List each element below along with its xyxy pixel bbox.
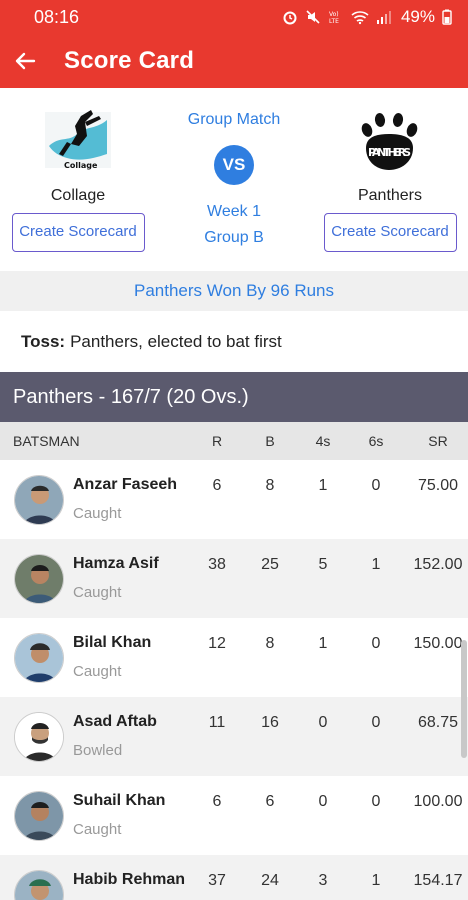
vs-badge: VS (214, 145, 254, 185)
player-name: Bilal Khan (73, 634, 152, 651)
status-icons: Vo) LTE 49% (282, 7, 452, 27)
dismissal: Caught (73, 505, 122, 522)
team-logo-collage: Collage (41, 106, 115, 178)
player-name: Habib Rehman (73, 871, 186, 888)
fours: 0 (318, 714, 328, 731)
balls: 8 (265, 635, 275, 652)
strike-rate: 150.00 (413, 635, 463, 652)
mute-icon (306, 10, 320, 24)
battery-icon (442, 9, 452, 25)
fours: 5 (318, 556, 328, 573)
team-left-name: Collage (50, 187, 106, 204)
match-result: Panthers Won By 96 Runs (0, 271, 468, 311)
signal-icon (376, 11, 391, 24)
avatar (14, 475, 64, 525)
strike-rate: 154.17 (413, 872, 463, 889)
sixes: 0 (371, 714, 381, 731)
svg-text:Vo): Vo) (329, 11, 339, 18)
page-title: Score Card (64, 47, 195, 74)
status-bar: 08:16 Vo) LTE 49% (0, 0, 468, 34)
app-bar: Score Card (0, 34, 468, 88)
balls: 6 (265, 793, 275, 810)
header-fours: 4s (315, 433, 331, 449)
table-row[interactable]: Bilal Khan Caught 12 8 1 0 150.00 (0, 618, 468, 697)
dismissal: Caught (73, 663, 122, 680)
match-week: Week 1 (207, 203, 261, 220)
avatar (14, 791, 64, 841)
toss-label: Toss: (21, 331, 66, 351)
status-time: 08:16 (34, 6, 80, 27)
header-balls: B (265, 433, 275, 449)
sixes: 0 (371, 635, 381, 652)
batting-table-header: BATSMAN R B 4s 6s SR (0, 422, 468, 460)
sixes: 0 (371, 477, 381, 494)
team-left: Collage Collage Create Scorecard (8, 106, 148, 252)
sixes: 1 (371, 556, 381, 573)
balls: 8 (265, 477, 275, 494)
wifi-icon (351, 11, 369, 25)
strike-rate: 100.00 (413, 793, 463, 810)
svg-text:Collage: Collage (64, 161, 98, 170)
toss-info: Toss: Panthers, elected to bat first (0, 311, 468, 372)
innings-header[interactable]: Panthers - 167/7 (20 Ovs.) (0, 372, 468, 422)
fours: 3 (318, 872, 328, 889)
strike-rate: 68.75 (417, 714, 459, 731)
balls: 24 (261, 872, 279, 889)
avatar (14, 633, 64, 683)
match-header: Collage Collage Create Scorecard Group M… (0, 88, 468, 271)
match-type: Group Match (187, 111, 281, 128)
dismissal: Bowled (73, 742, 123, 759)
toss-text: Panthers, elected to bat first (70, 331, 282, 351)
header-runs: R (211, 433, 223, 449)
scrollbar-thumb[interactable] (461, 640, 467, 758)
table-row[interactable]: Asad Aftab Bowled 11 16 0 0 68.75 (0, 697, 468, 776)
avatar (14, 870, 64, 900)
table-row[interactable]: Hamza Asif Caught 38 25 5 1 152.00 (0, 539, 468, 618)
header-batsman: BATSMAN (13, 433, 80, 449)
sixes: 1 (371, 872, 381, 889)
svg-text:LTE: LTE (329, 18, 339, 25)
player-name: Anzar Faseeh (73, 476, 178, 493)
team-right-name: Panthers (357, 187, 423, 204)
avatar (14, 712, 64, 762)
runs: 37 (208, 872, 226, 889)
svg-text:PANTHERS: PANTHERS (368, 146, 411, 159)
create-scorecard-button-right[interactable]: Create Scorecard (323, 213, 457, 252)
runs: 11 (208, 714, 226, 731)
arrow-left-icon (15, 52, 36, 70)
table-row[interactable]: Habib Rehman 37 24 3 1 154.17 (0, 855, 468, 900)
balls: 25 (261, 556, 279, 573)
volte-icon: Vo)LTE (329, 11, 339, 25)
player-name: Suhail Khan (73, 792, 166, 809)
runs: 38 (208, 556, 226, 573)
create-scorecard-button-left[interactable]: Create Scorecard (11, 213, 145, 252)
dismissal: Caught (73, 821, 122, 838)
alarm-icon (283, 11, 297, 25)
dismissal: Caught (73, 584, 122, 601)
avatar (14, 554, 64, 604)
strike-rate: 152.00 (413, 556, 463, 573)
runs: 6 (212, 477, 222, 494)
team-logo-panthers: PANTHERS (353, 106, 427, 178)
batting-table: Anzar Faseeh Caught 6 8 1 0 75.00 Hamza … (0, 460, 468, 900)
fours: 1 (318, 477, 328, 494)
battery-level: 49% (400, 7, 435, 26)
back-button[interactable] (10, 46, 40, 76)
table-row[interactable]: Suhail Khan Caught 6 6 0 0 100.00 (0, 776, 468, 855)
fours: 1 (318, 635, 328, 652)
match-group: Group B (204, 229, 264, 246)
header-strike-rate: SR (428, 433, 448, 449)
player-name: Hamza Asif (73, 555, 159, 572)
player-name: Asad Aftab (73, 713, 157, 730)
runs: 12 (208, 635, 226, 652)
strike-rate: 75.00 (417, 477, 459, 494)
sixes: 0 (371, 793, 381, 810)
team-right: PANTHERS Panthers Create Scorecard (320, 106, 460, 252)
balls: 16 (261, 714, 279, 731)
header-sixes: 6s (368, 433, 384, 449)
fours: 0 (318, 793, 328, 810)
runs: 6 (212, 793, 222, 810)
table-row[interactable]: Anzar Faseeh Caught 6 8 1 0 75.00 (0, 460, 468, 539)
